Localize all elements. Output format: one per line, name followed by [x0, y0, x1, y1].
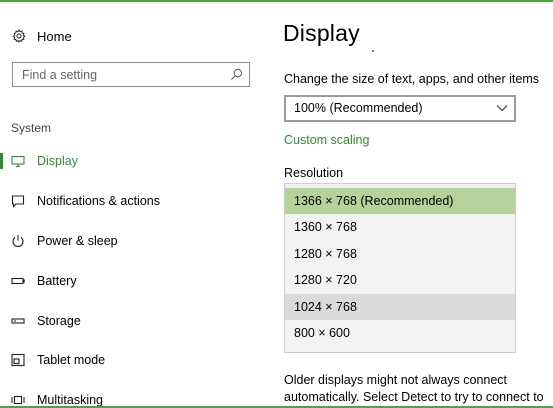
home-label: Home — [37, 28, 72, 44]
sidebar-item-label: Power & sleep — [37, 234, 118, 248]
custom-scaling-link[interactable]: Custom scaling — [284, 133, 369, 147]
resolution-option[interactable]: 1280 × 768 — [285, 241, 515, 267]
decorative-dot — [372, 50, 374, 52]
power-icon — [11, 234, 25, 248]
notification-icon — [11, 194, 25, 208]
monitor-icon — [11, 154, 25, 168]
sidebar-item-label: Display — [37, 154, 78, 168]
search-box[interactable] — [12, 62, 250, 87]
resolution-option[interactable]: 800 × 600 — [285, 320, 515, 346]
resolution-label: Resolution — [284, 166, 344, 180]
sidebar-item-notifications[interactable]: Notifications & actions — [0, 189, 270, 213]
multitasking-icon — [11, 393, 25, 407]
sidebar-item-power-sleep[interactable]: Power & sleep — [0, 229, 270, 253]
resolution-option[interactable]: 1024 × 768 — [285, 294, 515, 320]
gear-icon — [12, 29, 26, 43]
sidebar-item-label: Multitasking — [37, 393, 103, 407]
active-indicator — [0, 153, 3, 169]
sidebar-item-multitasking[interactable]: Multitasking — [0, 388, 270, 408]
search-input[interactable] — [13, 63, 223, 86]
detect-note-line: Older displays might not always connect — [284, 373, 508, 387]
battery-icon — [11, 274, 25, 288]
settings-nav: Home System Display Notifications & acti… — [0, 0, 270, 408]
sidebar-item-storage[interactable]: Storage — [0, 309, 270, 333]
sidebar-item-display[interactable]: Display — [0, 149, 270, 173]
sidebar-item-label: Battery — [37, 274, 77, 288]
resolution-dropdown-list: 1366 × 768 (Recommended) 1360 × 768 1280… — [284, 183, 516, 353]
sidebar-item-battery[interactable]: Battery — [0, 269, 270, 293]
section-label-system: System — [11, 121, 52, 135]
storage-icon — [11, 314, 25, 328]
sidebar-item-label: Storage — [37, 314, 81, 328]
search-icon[interactable] — [230, 68, 243, 81]
scale-dropdown[interactable]: 100% (Recommended) — [284, 95, 516, 122]
sidebar-item-tablet-mode[interactable]: Tablet mode — [0, 348, 270, 372]
home-nav-item[interactable]: Home — [12, 26, 72, 46]
sidebar-item-label: Tablet mode — [37, 353, 106, 367]
chevron-down-icon — [496, 105, 508, 112]
tablet-mode-icon — [11, 353, 25, 367]
page-title: Display — [283, 20, 360, 46]
scale-label: Change the size of text, apps, and other… — [284, 72, 540, 86]
sidebar-item-label: Notifications & actions — [37, 194, 160, 208]
scale-dropdown-value: 100% (Recommended) — [294, 101, 423, 115]
resolution-option[interactable]: 1366 × 768 (Recommended) — [285, 188, 515, 214]
resolution-option[interactable]: 1280 × 720 — [285, 267, 515, 293]
detect-note: Older displays might not always connect … — [284, 372, 549, 406]
resolution-option[interactable]: 1360 × 768 — [285, 214, 515, 240]
detect-note-line: automatically. Select Detect to try to c… — [284, 390, 544, 404]
